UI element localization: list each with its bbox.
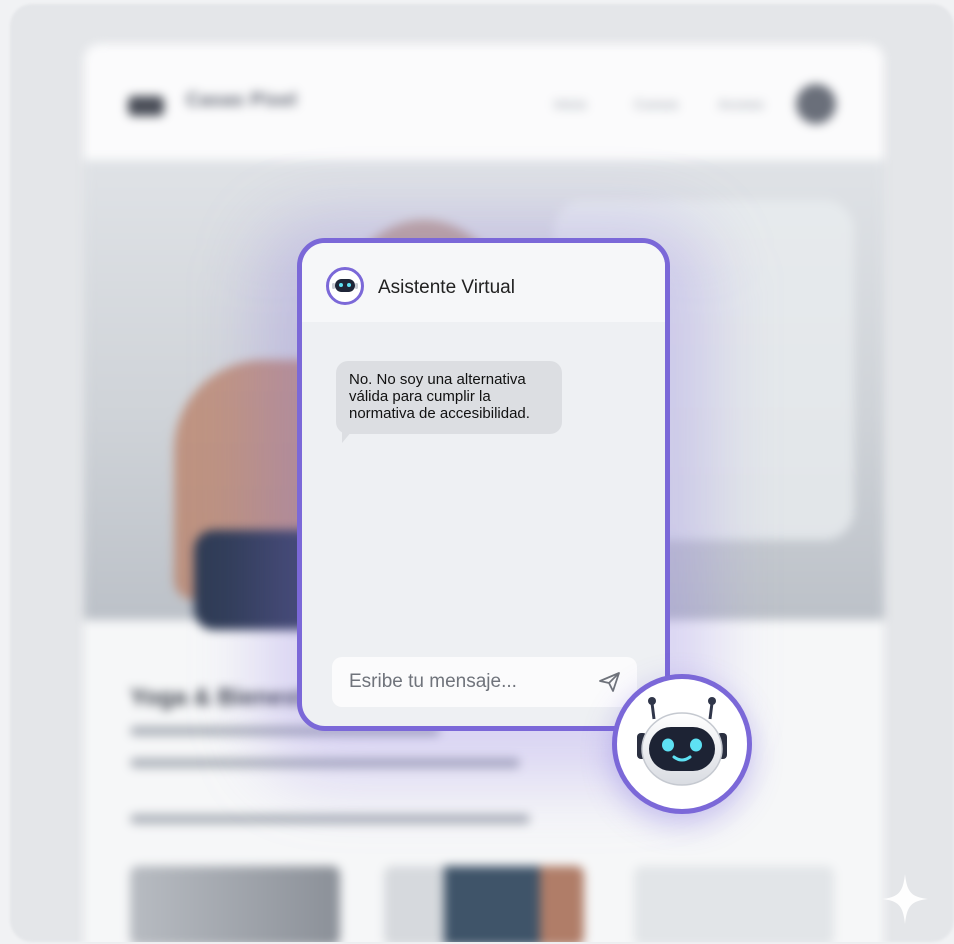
nav-item: Cursos	[634, 96, 679, 112]
thumbnail	[130, 866, 340, 942]
thumbnail	[384, 866, 584, 942]
sparkle-icon	[882, 874, 928, 924]
bot-message: No. No soy una alternativa válida para c…	[336, 361, 562, 434]
chat-header: Asistente Virtual	[302, 243, 665, 322]
site-logo-icon	[128, 96, 164, 116]
robot-icon	[637, 697, 727, 786]
text-line	[130, 814, 530, 824]
chat-launcher-button[interactable]	[612, 674, 752, 814]
nav-item: Inicio	[554, 96, 587, 112]
user-avatar	[796, 84, 836, 124]
thumbnail	[634, 866, 834, 942]
chat-window: Asistente Virtual No. No soy una alterna…	[297, 238, 670, 731]
message-tail	[342, 431, 352, 443]
message-input-bar	[332, 657, 637, 707]
message-input[interactable]	[332, 657, 592, 707]
chat-title: Asistente Virtual	[378, 277, 515, 298]
nav-item: Acceso	[718, 96, 764, 112]
site-header: Casas Pixel Inicio Cursos Acceso	[84, 44, 884, 160]
robot-icon	[326, 267, 364, 305]
screenshot: Casas Pixel Inicio Cursos Acceso Yoga & …	[0, 0, 954, 944]
site-logo-text: Casas Pixel	[186, 90, 298, 111]
